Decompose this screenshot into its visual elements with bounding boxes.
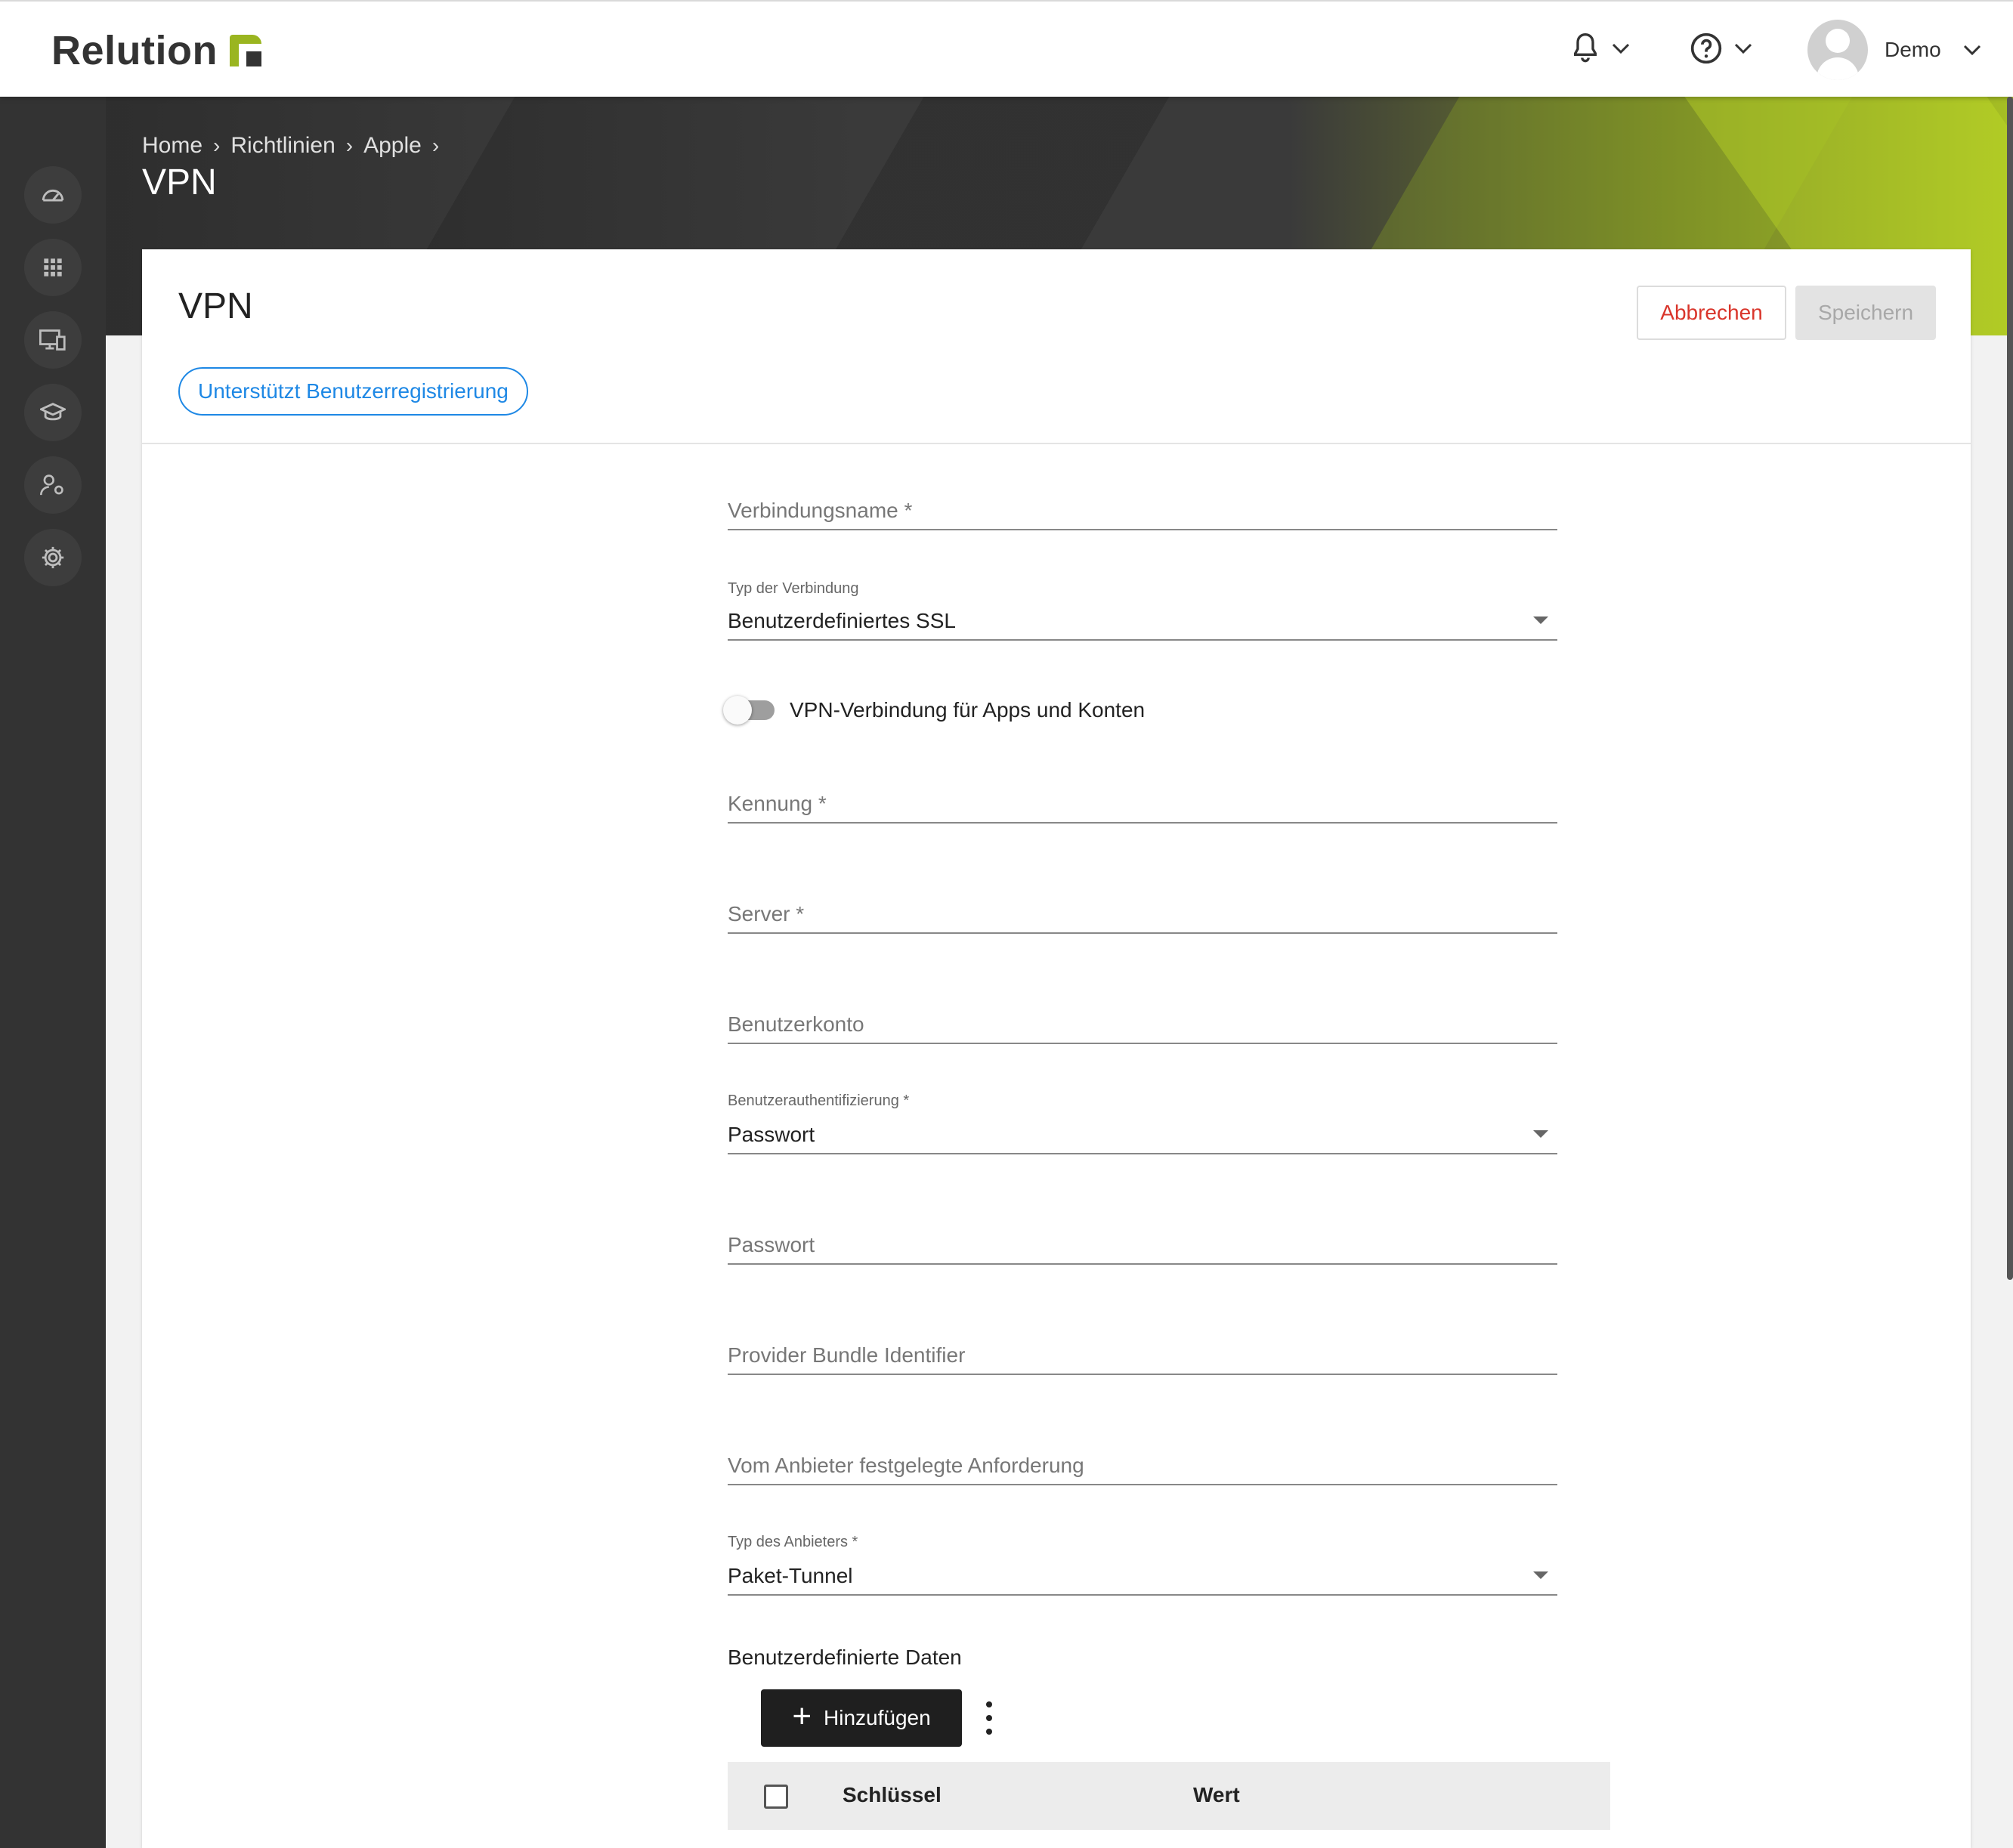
server-placeholder: Server *	[728, 902, 805, 926]
account-field[interactable]: Benutzerkonto	[728, 990, 1557, 1044]
help-icon	[1690, 32, 1722, 64]
sidebar-item-dashboard[interactable]	[24, 166, 82, 224]
education-icon	[40, 403, 66, 421]
provider-bundle-field[interactable]: Provider Bundle Identifier	[728, 1321, 1557, 1375]
user-name: Demo	[1885, 38, 1941, 61]
sidebar-item-education[interactable]	[24, 384, 82, 441]
chevron-down-icon	[1612, 43, 1630, 54]
help-button[interactable]	[1690, 32, 1753, 65]
sidebar-item-settings[interactable]	[24, 529, 82, 586]
select-all-checkbox[interactable]	[764, 1785, 788, 1809]
column-header-key[interactable]: Schlüssel	[843, 1783, 942, 1807]
settings-gear-icon	[42, 546, 64, 569]
notifications-button[interactable]	[1570, 32, 1631, 65]
user-menu-button[interactable]: Demo	[1807, 20, 1982, 80]
dropdown-arrow-icon	[1533, 617, 1548, 624]
avatar	[1807, 20, 1868, 80]
chevron-down-icon	[1734, 43, 1752, 54]
user-auth-select[interactable]: Benutzerauthentifizierung * Passwort	[728, 1092, 1557, 1154]
password-placeholder: Passwort	[728, 1233, 815, 1256]
breadcrumb-richtlinien[interactable]: Richtlinien	[230, 133, 335, 159]
more-options-icon[interactable]	[978, 1701, 1000, 1735]
provider-requirement-placeholder: Vom Anbieter festgelegte Anforderung	[728, 1454, 1084, 1477]
top-bar: Relution Demo	[0, 0, 2013, 97]
breadcrumb-home[interactable]: Home	[142, 133, 203, 159]
custom-data-table-header: Schlüssel Wert	[728, 1762, 1610, 1830]
connection-name-field[interactable]: Verbindungsname *	[728, 476, 1557, 530]
save-button[interactable]: Speichern	[1795, 286, 1936, 340]
cancel-button[interactable]: Abbrechen	[1637, 286, 1786, 340]
relution-logo[interactable]: Relution	[51, 27, 261, 74]
custom-data-label: Benutzerdefinierte Daten	[728, 1646, 962, 1669]
page-scrollbar[interactable]	[2007, 97, 2013, 1280]
sidebar-item-apps[interactable]	[24, 239, 82, 296]
page-title: VPN	[142, 162, 217, 202]
chevron-down-icon	[1963, 45, 1981, 56]
add-button-label: Hinzufügen	[824, 1706, 931, 1729]
sidebar-item-users[interactable]	[24, 456, 82, 514]
per-app-vpn-label: VPN-Verbindung für Apps und Konten	[790, 698, 1146, 722]
password-field[interactable]: Passwort	[728, 1210, 1557, 1265]
bell-icon	[1574, 32, 1597, 63]
provider-type-select[interactable]: Typ des Anbieters * Paket-Tunnel	[728, 1534, 1557, 1596]
sidebar-item-devices[interactable]	[24, 311, 82, 369]
column-header-value[interactable]: Wert	[1193, 1783, 1240, 1807]
add-button[interactable]: + Hinzufügen	[761, 1689, 962, 1747]
dashboard-icon	[42, 189, 64, 202]
sidebar	[0, 97, 106, 1848]
provider-bundle-placeholder: Provider Bundle Identifier	[728, 1343, 966, 1367]
chevron-right-icon: ›	[431, 134, 440, 157]
breadcrumb-apple[interactable]: Apple	[363, 133, 422, 159]
identifier-field[interactable]: Kennung *	[728, 769, 1557, 824]
apps-grid-icon	[44, 258, 62, 277]
dropdown-arrow-icon	[1533, 1571, 1548, 1579]
brand-name: Relution	[51, 28, 218, 73]
per-app-vpn-toggle[interactable]: VPN-Verbindung für Apps und Konten	[723, 696, 1146, 725]
account-placeholder: Benutzerkonto	[728, 1012, 864, 1036]
plus-icon: +	[792, 1698, 812, 1735]
user-enrollment-chip[interactable]: Unterstützt Benutzerregistrierung	[178, 367, 528, 416]
brand-logo-icon	[229, 35, 261, 66]
user-auth-value: Passwort	[728, 1123, 815, 1146]
dropdown-arrow-icon	[1533, 1130, 1548, 1138]
provider-requirement-field[interactable]: Vom Anbieter festgelegte Anforderung	[728, 1431, 1557, 1485]
toggle-switch[interactable]	[723, 696, 775, 725]
chevron-right-icon: ›	[213, 134, 221, 157]
connection-type-select[interactable]: Typ der Verbindung Benutzerdefiniertes S…	[728, 580, 1557, 641]
chevron-right-icon: ›	[345, 134, 354, 157]
user-auth-label: Benutzerauthentifizierung *	[728, 1092, 910, 1109]
connection-type-label: Typ der Verbindung	[728, 580, 859, 597]
provider-type-label: Typ des Anbieters *	[728, 1534, 858, 1550]
identifier-placeholder: Kennung *	[728, 792, 827, 815]
card-title: VPN	[178, 286, 253, 326]
connection-type-value: Benutzerdefiniertes SSL	[728, 609, 956, 632]
vpn-config-card: VPN Abbrechen Speichern Unterstützt Benu…	[142, 249, 1971, 1848]
user-settings-icon	[40, 474, 63, 496]
devices-icon	[39, 329, 66, 351]
provider-type-value: Paket-Tunnel	[728, 1564, 853, 1587]
divider	[142, 443, 1971, 444]
breadcrumb: Home › Richtlinien › Apple ›	[142, 133, 439, 159]
connection-name-placeholder: Verbindungsname *	[728, 499, 913, 522]
server-field[interactable]: Server *	[728, 879, 1557, 934]
